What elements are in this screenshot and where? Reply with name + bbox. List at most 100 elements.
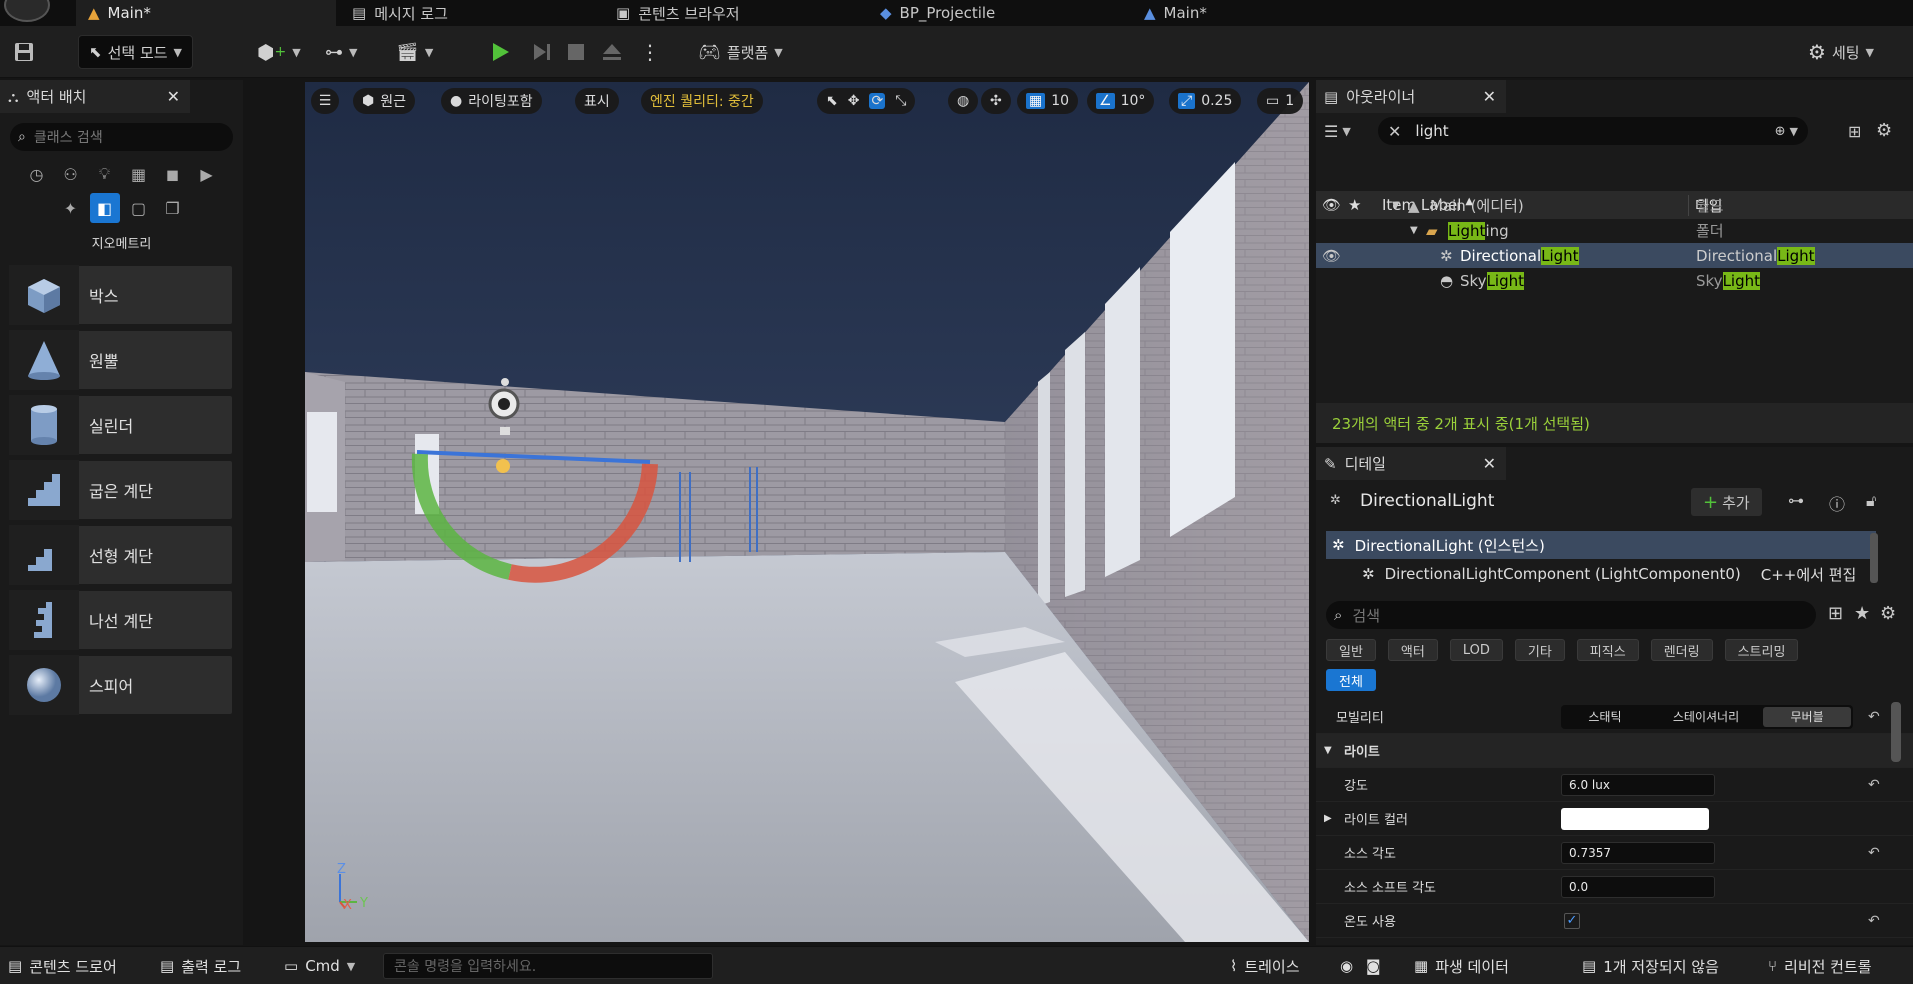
light-color-swatch[interactable] bbox=[1561, 807, 1709, 830]
surface-snap-toggle[interactable]: ✣ bbox=[981, 88, 1011, 114]
gear-icon[interactable]: ⚙ bbox=[1876, 120, 1892, 141]
recent-icon[interactable]: ◷ bbox=[22, 159, 52, 189]
tag-streaming[interactable]: 스트리밍 bbox=[1724, 639, 1799, 661]
trace-button[interactable]: ⌇ 트레이스 bbox=[1230, 947, 1300, 984]
add-actor-button[interactable]: ⬢ + ▼ bbox=[257, 35, 301, 69]
camera-icon[interactable]: ◙ bbox=[1366, 947, 1381, 984]
view-mode-dropdown[interactable]: ● 라이팅포함 bbox=[441, 88, 542, 114]
expand-arrow-icon[interactable]: ▼ bbox=[1392, 200, 1400, 211]
close-icon[interactable]: ✕ bbox=[1483, 454, 1496, 473]
filter-dropdown[interactable]: ☰ ▼ bbox=[1324, 122, 1351, 141]
add-component-button[interactable]: + 추가 bbox=[1691, 488, 1762, 516]
eye-icon[interactable]: 👁︎ bbox=[1322, 247, 1341, 265]
media-icon[interactable]: ▶ bbox=[192, 159, 222, 189]
outliner-row[interactable]: ◓ SkyLight SkyLight bbox=[1316, 268, 1913, 293]
tab-bp-projectile[interactable]: ◆ BP_Projectile bbox=[868, 0, 995, 26]
blueprint-convert-icon[interactable]: ⊶ bbox=[1788, 491, 1804, 510]
use-temperature-checkbox[interactable]: ✓ bbox=[1564, 912, 1580, 929]
tab-main[interactable]: ▲ Main* bbox=[76, 0, 336, 26]
tab-content-browser[interactable]: ▣ 콘텐츠 브라우저 bbox=[604, 0, 740, 26]
details-search-input[interactable]: ⌕ 검색 bbox=[1326, 601, 1816, 629]
fx-icon[interactable]: ✦ bbox=[56, 193, 86, 223]
source-soft-angle-field[interactable]: 0.0 bbox=[1561, 875, 1715, 898]
unsaved-button[interactable]: ▤ 1개 저장되지 않음 bbox=[1582, 947, 1719, 984]
revision-control-button[interactable]: ⑂ 리비전 컨트롤 bbox=[1768, 947, 1872, 984]
content-drawer-button[interactable]: ▤ 콘텐츠 드로어 bbox=[8, 947, 117, 984]
tag-lod[interactable]: LOD bbox=[1449, 639, 1503, 661]
derived-data-button[interactable]: ▦ 파생 데이터 bbox=[1414, 947, 1509, 984]
tag-general[interactable]: 일반 bbox=[1326, 639, 1376, 661]
selection-mode-dropdown[interactable]: ⬉ 선택 모드 ▼ bbox=[78, 35, 194, 69]
details-tab[interactable]: ✎ 디테일 ✕ bbox=[1316, 447, 1506, 480]
reset-icon[interactable]: ↶ bbox=[1868, 709, 1880, 725]
geometry-item-curved-stair[interactable]: 굽은 계단 bbox=[8, 460, 233, 520]
outliner-row-selected[interactable]: 👁︎ ✲ DirectionalLight DirectionalLight bbox=[1316, 243, 1913, 268]
details-scrollbar[interactable] bbox=[1891, 702, 1901, 762]
step-button[interactable] bbox=[530, 35, 554, 69]
blueprint-menu-button[interactable]: ⊶ ▼ bbox=[325, 35, 357, 69]
outliner-row[interactable]: ▼ ▰ Lighting 폴더 bbox=[1316, 218, 1913, 243]
rotation-snap-control[interactable]: ∠ 10° bbox=[1087, 88, 1155, 114]
eject-button[interactable] bbox=[600, 35, 624, 69]
play-options-button[interactable]: ⋮ bbox=[640, 35, 660, 69]
intensity-field[interactable]: 6.0 lux bbox=[1561, 773, 1715, 796]
tab-message-log[interactable]: ▤ 메시지 로그 bbox=[340, 0, 448, 26]
expand-arrow-icon[interactable]: ▼ bbox=[1410, 225, 1418, 236]
component-row[interactable]: ✲ DirectionalLightComponent (LightCompon… bbox=[1326, 560, 1886, 588]
cinematic-icon[interactable]: ▦ bbox=[124, 159, 154, 189]
level-viewport[interactable]: Z X Y ☰ ⬢ 원근 ● 라이팅포함 표시 엔진 퀄리티: 중간 ⬉ ✥ ⟳… bbox=[305, 82, 1309, 942]
geometry-item-box[interactable]: 박스 bbox=[8, 265, 233, 325]
table-view-icon[interactable]: ⊞ bbox=[1828, 603, 1843, 624]
mobility-stationary[interactable]: 스테이셔너리 bbox=[1649, 708, 1763, 725]
place-actors-tab[interactable]: ⛬ 액터 배치 ✕ bbox=[0, 80, 190, 113]
geometry-item-cone[interactable]: 원뿔 bbox=[8, 330, 233, 390]
geometry-item-sphere[interactable]: 스피어 bbox=[8, 655, 233, 715]
new-folder-icon[interactable]: ⊞ bbox=[1848, 122, 1861, 141]
record-icon[interactable]: ◉ bbox=[1340, 947, 1353, 984]
visual-effects-icon[interactable]: ◼ bbox=[158, 159, 188, 189]
gear-icon[interactable]: ⚙ bbox=[1880, 603, 1896, 624]
lock-icon[interactable]: 🔓︎ bbox=[1866, 491, 1876, 511]
close-icon[interactable]: ✕ bbox=[1483, 87, 1496, 106]
camera-speed-control[interactable]: ▭ 1 bbox=[1257, 88, 1304, 114]
unreal-logo[interactable] bbox=[4, 0, 50, 22]
scale-snap-control[interactable]: ⤢ 0.25 bbox=[1169, 88, 1242, 114]
cinematics-button[interactable]: 🎬︎ ▼ bbox=[396, 35, 433, 69]
translate-tool-icon[interactable]: ✥ bbox=[848, 93, 860, 109]
tag-all[interactable]: 전체 bbox=[1326, 669, 1376, 691]
console-input[interactable]: 콘솔 명령을 입력하세요. bbox=[383, 953, 713, 979]
engine-quality-warning[interactable]: 엔진 퀄리티: 중간 bbox=[641, 88, 763, 114]
geometry-icon[interactable]: ◧ bbox=[89, 193, 120, 223]
tag-misc[interactable]: 기타 bbox=[1514, 639, 1565, 661]
source-angle-field[interactable]: 0.7357 bbox=[1561, 841, 1715, 864]
grid-snap-control[interactable]: ▦ 10 bbox=[1017, 88, 1079, 114]
lights-icon[interactable]: 💡︎ bbox=[90, 159, 120, 189]
outliner-tab[interactable]: ▤ 아웃라이너 ✕ bbox=[1316, 80, 1506, 113]
close-icon[interactable]: ✕ bbox=[167, 87, 180, 106]
instance-row[interactable]: ✲ DirectionalLight (인스턴스) bbox=[1326, 531, 1876, 559]
all-classes-icon[interactable]: ❐ bbox=[158, 193, 188, 223]
star-icon[interactable]: ★ bbox=[1854, 603, 1870, 624]
edit-cpp-link[interactable]: C++에서 편집 bbox=[1761, 564, 1857, 585]
expand-arrow-icon[interactable]: ▶ bbox=[1324, 813, 1332, 824]
perspective-dropdown[interactable]: ⬢ 원근 bbox=[353, 88, 415, 114]
mobility-movable[interactable]: 무버블 bbox=[1763, 706, 1851, 727]
mobility-static[interactable]: 스태틱 bbox=[1561, 708, 1649, 725]
class-search-input[interactable]: ⌕ 클래스 검색 bbox=[10, 123, 233, 151]
select-tool-icon[interactable]: ⬉ bbox=[826, 93, 838, 109]
settings-dropdown[interactable]: ⚙ 세팅 ▼ bbox=[1808, 35, 1874, 69]
component-scrollbar[interactable] bbox=[1870, 533, 1878, 583]
tag-physics[interactable]: 피직스 bbox=[1576, 639, 1639, 661]
reset-icon[interactable]: ↶ bbox=[1868, 777, 1880, 793]
cmd-dropdown[interactable]: ▭ Cmd ▼ bbox=[284, 947, 355, 984]
save-button[interactable] bbox=[12, 35, 36, 69]
scale-tool-icon[interactable]: ⤡ bbox=[895, 93, 906, 109]
clear-search-icon[interactable]: ✕ bbox=[1388, 122, 1401, 141]
tag-rendering[interactable]: 렌더링 bbox=[1650, 639, 1713, 661]
output-log-button[interactable]: ▤ 출력 로그 bbox=[160, 947, 241, 984]
geometry-item-linear-stair[interactable]: 선형 계단 bbox=[8, 525, 233, 585]
stop-button[interactable] bbox=[565, 35, 587, 69]
world-local-toggle[interactable]: ◍ bbox=[948, 88, 979, 114]
play-button[interactable] bbox=[488, 35, 512, 69]
add-filter-button[interactable]: ⊕ ▼ bbox=[1775, 124, 1798, 139]
